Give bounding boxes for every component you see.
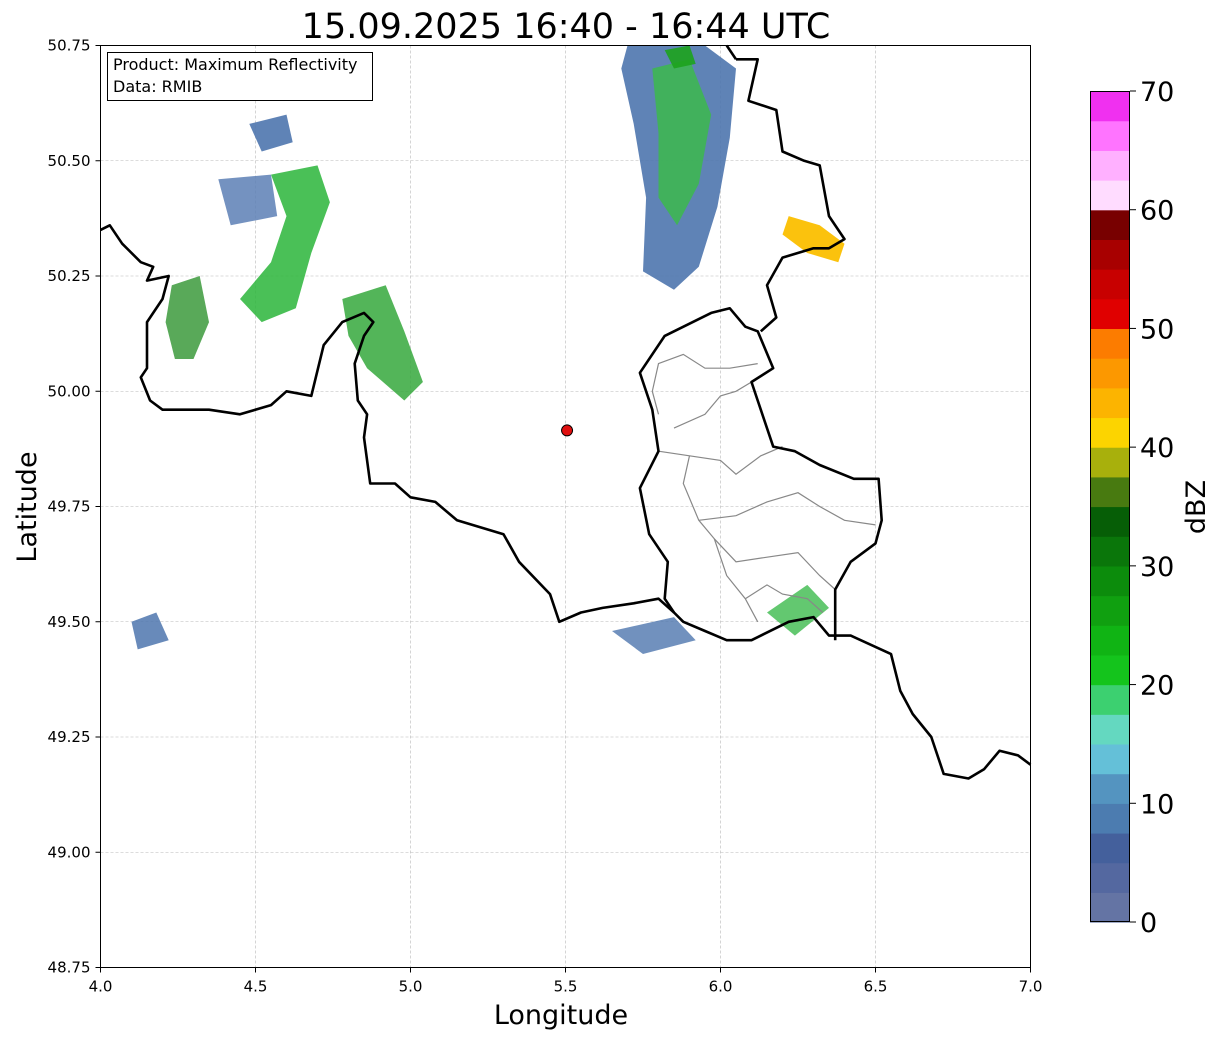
colorbar-segment (1090, 595, 1130, 626)
colorbar-tick-label: 60 (1140, 196, 1174, 227)
colorbar-segment (1090, 358, 1130, 389)
colorbar-segment (1090, 506, 1130, 537)
x-tick-label: 7.0 (1019, 978, 1043, 996)
y-axis-label: Latitude (12, 451, 43, 562)
colorbar-tick-label: 20 (1140, 671, 1174, 702)
data-source-label: Data: RMIB (113, 77, 202, 96)
dbz-colorbar (1090, 91, 1130, 923)
y-tick-label: 50.25 (48, 267, 91, 285)
x-tick-label: 5.5 (554, 978, 578, 996)
colorbar-segment (1090, 269, 1130, 300)
colorbar-segment (1090, 654, 1130, 686)
colorbar-tick-label: 30 (1140, 552, 1174, 583)
colorbar-segment (1090, 743, 1130, 775)
x-axis-label: Longitude (494, 1000, 628, 1031)
colorbar-tick-label: 40 (1140, 433, 1174, 464)
colorbar-segment (1090, 892, 1130, 923)
x-tick-label: 4.0 (89, 978, 113, 996)
radar-site-marker (561, 424, 574, 437)
colorbar-segment (1090, 209, 1130, 240)
x-tick-label: 6.0 (709, 978, 733, 996)
product-info-box: Product: Maximum Reflectivity Data: RMIB (107, 52, 373, 101)
colorbar-segment (1090, 803, 1130, 834)
colorbar-segment (1090, 862, 1130, 893)
colorbar-tick-label: 10 (1140, 789, 1174, 820)
colorbar-segment (1090, 328, 1130, 359)
colorbar-segment (1090, 565, 1130, 597)
colorbar-label: dBZ (1181, 480, 1212, 534)
colorbar-segment (1090, 150, 1130, 181)
colorbar-segment (1090, 625, 1130, 656)
colorbar-segment (1090, 387, 1130, 419)
y-tick-label: 49.25 (48, 728, 91, 746)
y-tick-label: 49.75 (48, 498, 91, 516)
colorbar-segment (1090, 180, 1130, 211)
y-tick-label: 49.00 (48, 843, 91, 861)
y-axis-ticks: 48.75 49.00 49.25 49.50 49.75 50.00 50.25 50.50… (48, 37, 101, 977)
y-tick-label: 48.75 (48, 959, 91, 977)
y-tick-label: 50.00 (48, 382, 91, 400)
x-tick-label: 5.0 (399, 978, 423, 996)
radar-map-figure: 15.09.2025 16:40 - 16:44 UTC 4.0 4.5 5.0 5.… (12, 7, 1212, 1031)
colorbar-segment (1090, 714, 1130, 745)
colorbar-ticks: 0 10 20 30 40 50 60 70 (1130, 77, 1174, 939)
colorbar-segment (1090, 298, 1130, 330)
colorbar-segment (1090, 417, 1130, 448)
y-tick-label: 50.75 (48, 37, 91, 55)
colorbar-tick-label: 50 (1140, 314, 1174, 345)
x-tick-label: 4.5 (244, 978, 268, 996)
colorbar-segment (1090, 832, 1130, 864)
y-tick-label: 49.50 (48, 613, 91, 631)
x-tick-label: 6.5 (864, 978, 888, 996)
colorbar-segment (1090, 536, 1130, 567)
colorbar-tick-label: 0 (1140, 908, 1157, 939)
figure-title: 15.09.2025 16:40 - 16:44 UTC (302, 7, 831, 47)
colorbar-segment (1090, 239, 1130, 270)
x-axis-ticks: 4.0 4.5 5.0 5.5 6.0 6.5 7.0 (89, 967, 1043, 996)
colorbar-segment (1090, 476, 1130, 508)
colorbar-segment (1090, 773, 1130, 804)
colorbar-tick-label: 70 (1140, 77, 1174, 108)
colorbar-segment (1090, 91, 1130, 122)
y-tick-label: 50.50 (48, 152, 91, 170)
product-label: Product: Maximum Reflectivity (113, 55, 357, 74)
colorbar-segment (1090, 447, 1130, 478)
colorbar-segment (1090, 120, 1130, 151)
colorbar-segment (1090, 684, 1130, 715)
